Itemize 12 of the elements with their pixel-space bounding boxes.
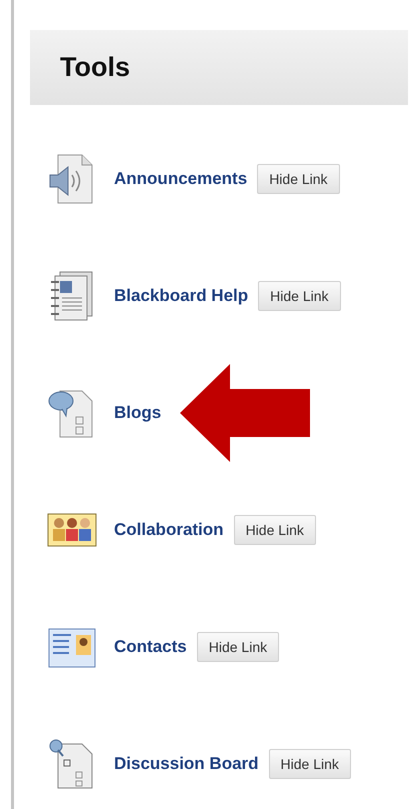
tool-link[interactable]: Blogs <box>114 402 162 422</box>
tool-link[interactable]: Contacts <box>114 636 187 656</box>
hide-link-button[interactable]: Hide Link <box>234 514 316 544</box>
tool-link[interactable]: Collaboration <box>114 520 224 540</box>
hide-link-button[interactable]: Hide Link <box>268 748 351 778</box>
hide-link-button[interactable]: Hide Link <box>257 164 340 194</box>
tool-link[interactable]: Discussion Board <box>114 754 259 774</box>
tool-link[interactable]: Blackboard Help <box>114 286 248 306</box>
hide-link-button[interactable]: Hide Link <box>196 632 280 662</box>
panel-title: Tools <box>60 52 130 83</box>
hide-link-button[interactable]: Hide Link <box>258 280 341 310</box>
tool-link[interactable]: Announcements <box>114 168 248 188</box>
